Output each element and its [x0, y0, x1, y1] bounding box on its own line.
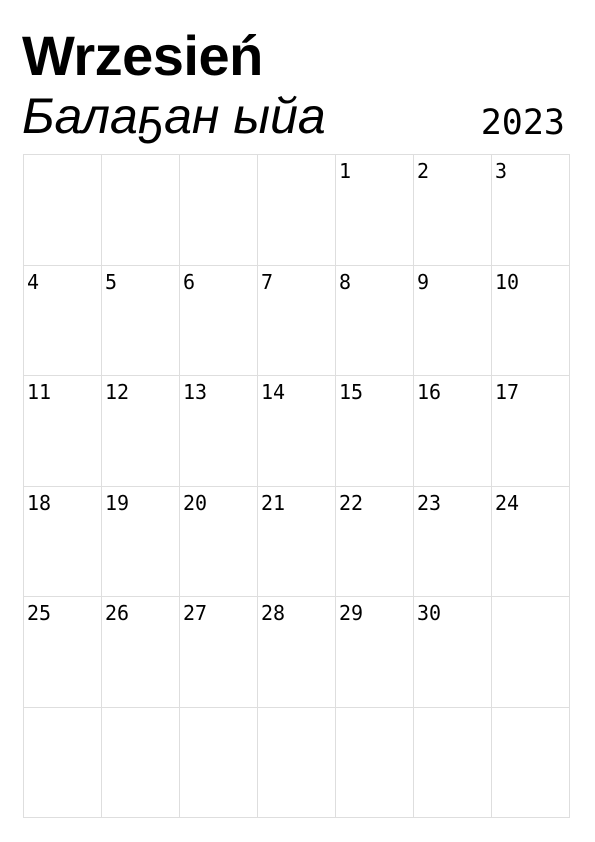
day-cell: 23 [414, 486, 492, 597]
day-cell: 24 [492, 486, 570, 597]
day-cell [24, 155, 102, 266]
day-number: 1 [339, 159, 352, 183]
day-number: 10 [495, 269, 520, 294]
day-cell: 4 [24, 265, 102, 376]
day-cell: 6 [180, 265, 258, 376]
day-cell [336, 707, 414, 818]
day-cell [180, 707, 258, 818]
day-cell: 7 [258, 265, 336, 376]
calendar-grid: 1 2 3 4 5 6 7 8 9 10 11 12 13 14 15 16 17 18 19 20 21 22 23 24 2… [23, 154, 570, 818]
day-number: 25 [27, 601, 52, 625]
day-cell: 2 [414, 155, 492, 266]
day-number: 30 [417, 601, 442, 625]
day-cell: 3 [492, 155, 570, 266]
day-number: 27 [183, 601, 208, 625]
day-cell: 26 [102, 597, 180, 708]
day-number: 14 [261, 380, 286, 404]
day-cell: 10 [492, 265, 570, 376]
day-cell: 9 [414, 265, 492, 376]
day-cell: 11 [24, 376, 102, 487]
day-cell: 25 [24, 597, 102, 708]
day-cell: 17 [492, 376, 570, 487]
day-cell: 13 [180, 376, 258, 487]
day-number: 4 [27, 269, 40, 294]
month-title: Wrzesień [22, 24, 263, 87]
day-cell: 12 [102, 376, 180, 487]
day-cell: 18 [24, 486, 102, 597]
day-number: 13 [183, 380, 208, 404]
day-number: 23 [417, 490, 442, 515]
day-cell: 8 [336, 265, 414, 376]
day-number: 3 [495, 159, 508, 183]
day-cell [24, 707, 102, 818]
day-cell: 29 [336, 597, 414, 708]
day-number: 17 [495, 380, 520, 404]
day-cell: 19 [102, 486, 180, 597]
day-cell: 1 [336, 155, 414, 266]
day-cell: 20 [180, 486, 258, 597]
day-cell: 21 [258, 486, 336, 597]
day-cell [492, 707, 570, 818]
day-cell: 28 [258, 597, 336, 708]
day-number: 5 [105, 269, 118, 294]
day-number: 9 [417, 269, 430, 294]
day-cell [180, 155, 258, 266]
day-cell [258, 707, 336, 818]
day-number: 29 [339, 601, 364, 625]
day-cell [492, 597, 570, 708]
day-number: 11 [27, 380, 52, 404]
day-cell [102, 155, 180, 266]
day-number: 16 [417, 380, 442, 404]
day-number: 21 [261, 490, 286, 515]
day-number: 19 [105, 490, 130, 515]
day-number: 2 [417, 159, 430, 183]
day-number: 18 [27, 490, 52, 515]
day-number: 26 [105, 601, 130, 625]
day-number: 20 [183, 490, 208, 515]
year-label: 2023 [480, 103, 565, 143]
day-cell: 16 [414, 376, 492, 487]
month-subtitle: Балаҕан ыйа [22, 88, 326, 144]
day-cell: 30 [414, 597, 492, 708]
day-cell [258, 155, 336, 266]
day-number: 12 [105, 380, 130, 404]
day-number: 8 [339, 269, 352, 294]
day-number: 7 [261, 269, 274, 294]
day-cell [414, 707, 492, 818]
day-cell: 5 [102, 265, 180, 376]
day-number: 6 [183, 269, 196, 294]
day-cell: 22 [336, 486, 414, 597]
day-cell: 14 [258, 376, 336, 487]
day-number: 22 [339, 490, 364, 515]
day-number: 28 [261, 601, 286, 625]
day-cell: 27 [180, 597, 258, 708]
day-number: 15 [339, 380, 364, 404]
day-cell [102, 707, 180, 818]
day-number: 24 [495, 490, 520, 515]
day-cell: 15 [336, 376, 414, 487]
